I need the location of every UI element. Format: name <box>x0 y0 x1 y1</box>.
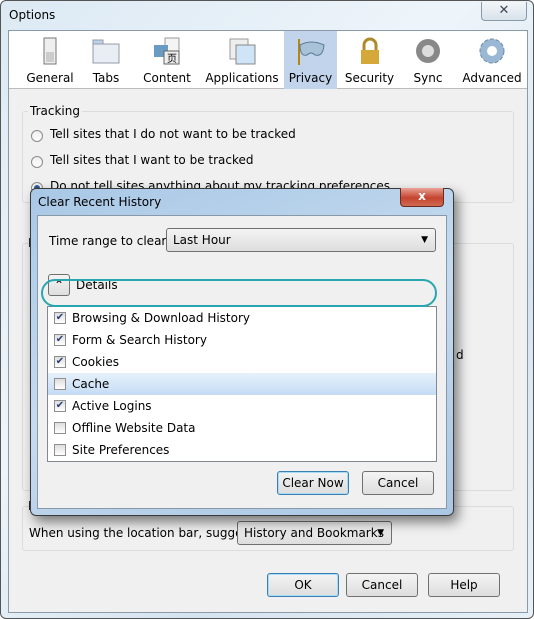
checkbox-unchecked[interactable] <box>54 378 66 390</box>
checkbox-unchecked[interactable] <box>54 422 66 434</box>
advanced-gear-icon <box>479 38 505 64</box>
clear-now-button[interactable]: Clear Now <box>277 471 349 495</box>
radio-label: Tell sites that I want to be tracked <box>50 153 254 167</box>
chevron-down-icon: ▼ <box>377 528 384 538</box>
radio-track[interactable] <box>31 156 43 168</box>
list-item-cache[interactable]: Cache <box>48 373 436 395</box>
security-lock-icon <box>360 37 379 64</box>
dialog-title: Clear Recent History <box>38 195 162 209</box>
list-item[interactable]: ✔ Form & Search History <box>48 329 436 351</box>
location-bar-label: When using the location bar, suggest: <box>29 526 258 540</box>
checkbox-checked[interactable]: ✔ <box>54 312 66 324</box>
checkbox-checked[interactable]: ✔ <box>54 334 66 346</box>
checkbox-checked[interactable]: ✔ <box>54 400 66 412</box>
tab-privacy[interactable]: Privacy <box>284 31 337 89</box>
tab-content[interactable]: 页 Content <box>137 31 197 89</box>
applications-icon <box>229 38 256 65</box>
chevron-down-icon: ▼ <box>421 235 428 245</box>
tab-sync[interactable]: Sync <box>407 31 449 89</box>
dialog-close-button[interactable]: x <box>400 188 444 207</box>
list-item[interactable]: Offline Website Data <box>48 417 436 439</box>
ok-button[interactable]: OK <box>267 573 339 597</box>
checkbox-checked[interactable]: ✔ <box>54 356 66 368</box>
category-toolbar: General Tabs 页 Content Applications Priva… <box>9 31 527 89</box>
tab-security[interactable]: Security <box>342 31 397 89</box>
radio-do-not-track[interactable] <box>31 130 43 142</box>
tab-tabs[interactable]: Tabs <box>85 31 127 89</box>
location-suggest-select[interactable]: History and Bookmarks ▼ <box>237 521 392 545</box>
tab-general[interactable]: General <box>17 31 83 89</box>
content-icon: 页 <box>154 37 180 65</box>
cancel-button[interactable]: Cancel <box>346 573 418 597</box>
highlight-ring-annotation <box>41 279 437 307</box>
general-switch-icon <box>43 37 57 65</box>
tab-applications[interactable]: Applications <box>203 31 281 89</box>
list-item[interactable]: ✔ Active Logins <box>48 395 436 417</box>
tracking-title: Tracking <box>28 104 82 118</box>
close-button[interactable]: ✕ <box>481 2 527 21</box>
list-item[interactable]: ✔ Browsing & Download History <box>48 307 436 329</box>
close-icon: x <box>418 189 426 203</box>
privacy-mask-icon <box>297 39 325 65</box>
dialog-cancel-button[interactable]: Cancel <box>362 471 434 495</box>
window-title: Options <box>9 8 56 22</box>
dialog-body: Time range to clear: Last Hour ▼ ⌃ Detail… <box>37 215 447 509</box>
time-range-label: Time range to clear: <box>49 234 171 248</box>
list-item[interactable]: Site Preferences <box>48 439 436 461</box>
radio-label: Tell sites that I do not want to be trac… <box>50 127 296 141</box>
checkbox-unchecked[interactable] <box>54 444 66 456</box>
close-icon: ✕ <box>498 3 510 18</box>
list-item[interactable]: ✔ Cookies <box>48 351 436 373</box>
tabs-folder-icon <box>92 39 120 64</box>
sync-icon <box>416 39 440 63</box>
tab-advanced[interactable]: Advanced <box>459 31 525 89</box>
history-items-list: ✔ Browsing & Download History ✔ Form & Sea… <box>47 306 437 462</box>
clear-history-dialog: Clear Recent History x Time range to cle… <box>30 188 454 516</box>
history-text-fragment: d <box>456 348 464 362</box>
svg-text:页: 页 <box>167 53 177 65</box>
help-button[interactable]: Help <box>428 573 500 597</box>
time-range-select[interactable]: Last Hour ▼ <box>166 228 436 252</box>
